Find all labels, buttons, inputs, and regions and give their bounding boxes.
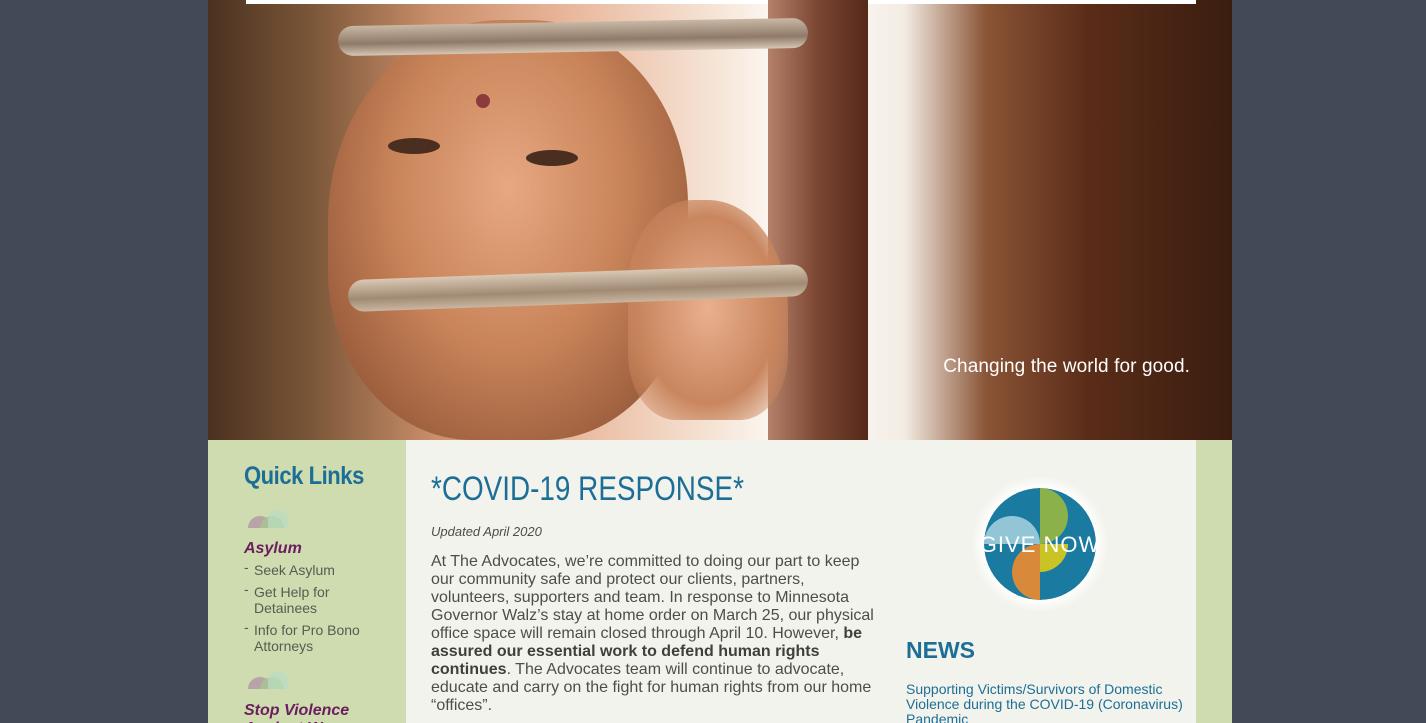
hero-bindi	[476, 94, 490, 108]
hero-eye-left	[388, 138, 440, 154]
seek-asylum-link[interactable]: Seek Asylum	[254, 562, 335, 578]
main-content: *COVID-19 RESPONSE* Updated April 2020 A…	[406, 440, 1196, 723]
page-title: *COVID-19 RESPONSE*	[431, 470, 744, 508]
quick-links-title: Quick Links	[244, 462, 364, 490]
paragraph-text-1: At The Advocates, we’re committed to doi…	[431, 553, 874, 642]
news-item-link[interactable]: Supporting Victims/Survivors of Domestic…	[906, 682, 1186, 723]
detainees-help-link[interactable]: Get Help for Detainees	[254, 584, 329, 616]
give-now-label: GIVE NOW	[980, 532, 1100, 557]
hero-hand	[628, 200, 788, 420]
quick-links-heading-asylum: Asylum	[244, 540, 302, 557]
hero-banner: Changing the world for good.	[208, 0, 1232, 440]
news-heading: NEWS	[906, 637, 975, 663]
quick-links-heading-stop-violence[interactable]: Stop Violence Against W...	[244, 702, 394, 723]
give-now-button[interactable]: GIVE NOW	[971, 475, 1109, 613]
covid-response-paragraph: At The Advocates, we’re committed to doi…	[431, 553, 881, 715]
asylum-section-icon	[248, 510, 288, 528]
quick-links-sidebar: Quick Links Asylum Seek Asylum Get Help …	[208, 440, 406, 723]
pro-bono-info-link[interactable]: Info for Pro Bono Attorneys	[254, 622, 360, 654]
asylum-links-list: Seek Asylum Get Help for Detainees Info …	[244, 559, 374, 660]
hero-top-bar	[246, 0, 1196, 4]
hero-eye-right	[526, 150, 578, 166]
page-container: Changing the world for good. Quick Links…	[208, 0, 1232, 723]
list-item[interactable]: Get Help for Detainees	[244, 581, 374, 616]
hero-window-bar-top	[337, 17, 809, 57]
stop-violence-section-icon	[248, 671, 288, 689]
hero-tagline: Changing the world for good.	[943, 356, 1190, 377]
list-item[interactable]: Seek Asylum	[244, 559, 374, 578]
list-item[interactable]: Info for Pro Bono Attorneys	[244, 619, 374, 654]
updated-date: Updated April 2020	[431, 524, 542, 539]
